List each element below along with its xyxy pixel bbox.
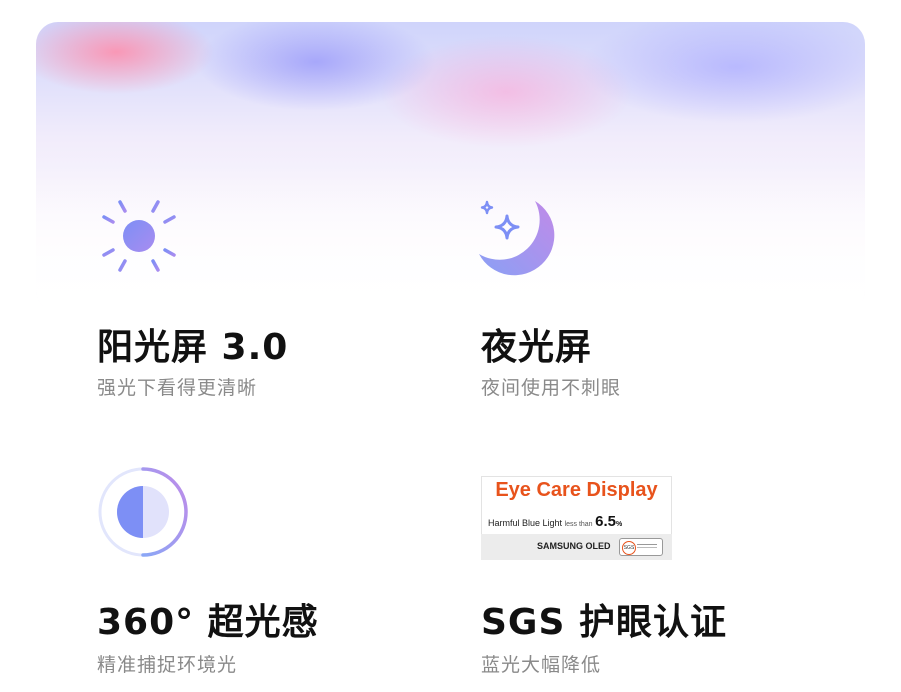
cert-harmful-label: Harmful Blue Light xyxy=(488,518,563,528)
sun-icon xyxy=(95,192,183,280)
cert-maker: SAMSUNG OLED xyxy=(537,541,611,551)
feature-title: SGS 护眼认证 xyxy=(481,602,727,643)
feature-subtitle: 精准捕捉环境光 xyxy=(97,654,238,676)
feature-subtitle: 强光下看得更清晰 xyxy=(97,377,258,399)
eye-care-certificate: Eye Care Display Harmful Blue Light less… xyxy=(481,476,672,560)
cert-unit: % xyxy=(615,521,623,528)
feature-subtitle: 蓝光大幅降低 xyxy=(481,654,602,676)
cert-brand: Eye Care Display xyxy=(495,479,658,501)
feature-title: 阳光屏 3.0 xyxy=(97,327,289,368)
feature-subtitle: 夜间使用不刺眼 xyxy=(481,377,622,399)
cert-blue-light-line: Harmful Blue Light less than 6.5% xyxy=(488,513,622,530)
sgs-badge-icon: SGS xyxy=(619,538,663,556)
cert-footer-strip: SAMSUNG OLED SGS xyxy=(481,534,672,560)
light-sensor-icon xyxy=(98,467,188,557)
feature-title: 360° 超光感 xyxy=(97,602,319,643)
cert-less-than: less than xyxy=(564,521,593,528)
moon-stars-icon xyxy=(479,200,555,276)
feature-title: 夜光屏 xyxy=(481,327,593,368)
cert-badge-label: SGS xyxy=(622,541,636,555)
cert-value: 6.5 xyxy=(595,513,616,530)
